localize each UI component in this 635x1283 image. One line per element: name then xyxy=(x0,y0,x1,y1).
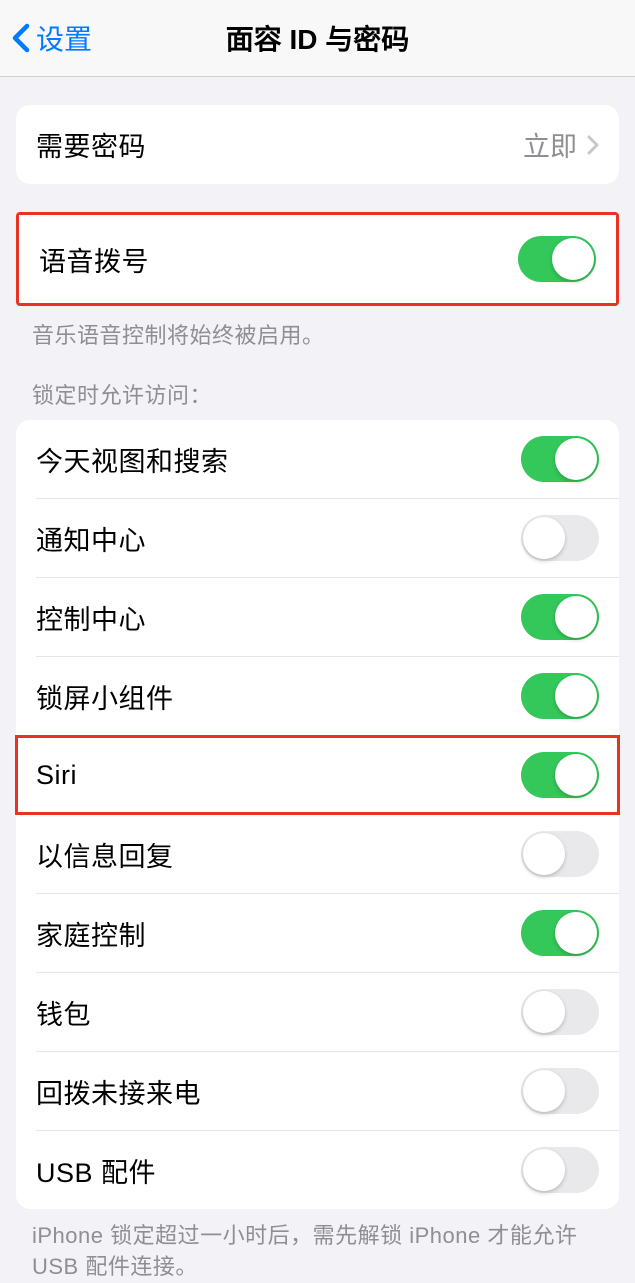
lock-access-header: 锁定时允许访问： xyxy=(0,350,635,420)
lock-access-row: Siri xyxy=(16,736,619,814)
lock-access-row: 回拨未接来电 xyxy=(16,1052,619,1130)
toggle-knob xyxy=(555,675,597,717)
toggle-knob xyxy=(552,238,594,280)
back-button[interactable]: 设置 xyxy=(12,18,92,58)
lock-access-row: USB 配件 xyxy=(16,1131,619,1209)
navigation-bar: 设置 面容 ID 与密码 xyxy=(0,0,635,77)
voice-dial-footer: 音乐语音控制将始终被启用。 xyxy=(0,306,635,350)
toggle-knob xyxy=(523,1070,565,1112)
lock-access-toggle[interactable] xyxy=(521,910,599,956)
toggle-knob xyxy=(523,833,565,875)
voice-dial-row: 语音拨号 xyxy=(19,215,616,303)
lock-access-toggle[interactable] xyxy=(521,515,599,561)
lock-access-row: 钱包 xyxy=(16,973,619,1051)
toggle-knob xyxy=(555,912,597,954)
voice-dial-highlight: 语音拨号 xyxy=(16,212,619,306)
lock-access-toggle[interactable] xyxy=(521,1068,599,1114)
toggle-knob xyxy=(555,754,597,796)
lock-access-label: 钱包 xyxy=(36,993,91,1032)
lock-access-toggle[interactable] xyxy=(521,594,599,640)
content: 需要密码 立即 语音拨号 音乐语音控制将始终被启用。 锁定时允许访问： 今天视图… xyxy=(0,105,635,1283)
lock-access-row: 今天视图和搜索 xyxy=(16,420,619,498)
chevron-right-icon xyxy=(587,135,599,155)
chevron-left-icon xyxy=(12,23,30,53)
lock-access-label: USB 配件 xyxy=(36,1151,156,1190)
toggle-knob xyxy=(523,1149,565,1191)
toggle-knob xyxy=(523,991,565,1033)
lock-access-toggle[interactable] xyxy=(521,752,599,798)
require-passcode-value: 立即 xyxy=(523,125,577,164)
toggle-knob xyxy=(523,517,565,559)
lock-access-row: 锁屏小组件 xyxy=(16,657,619,735)
lock-access-toggle[interactable] xyxy=(521,436,599,482)
lock-access-label: Siri xyxy=(36,760,77,791)
lock-access-toggle[interactable] xyxy=(521,831,599,877)
voice-dial-label: 语音拨号 xyxy=(39,240,149,279)
lock-access-label: 今天视图和搜索 xyxy=(36,440,229,479)
require-passcode-group: 需要密码 立即 xyxy=(16,105,619,184)
lock-access-group: 今天视图和搜索通知中心控制中心锁屏小组件 Siri 以信息回复家庭控制钱包回拨未接来… xyxy=(16,420,619,1209)
lock-access-row: 通知中心 xyxy=(16,499,619,577)
lock-access-row: 控制中心 xyxy=(16,578,619,656)
lock-access-row: 家庭控制 xyxy=(16,894,619,972)
require-passcode-row[interactable]: 需要密码 立即 xyxy=(16,105,619,184)
voice-dial-toggle[interactable] xyxy=(518,236,596,282)
back-label: 设置 xyxy=(36,18,92,58)
lock-access-toggle[interactable] xyxy=(521,1147,599,1193)
require-passcode-label: 需要密码 xyxy=(36,125,146,164)
lock-access-label: 通知中心 xyxy=(36,519,146,558)
lock-access-footer: iPhone 锁定超过一小时后，需先解锁 iPhone 才能允许USB 配件连接… xyxy=(0,1209,635,1283)
lock-access-toggle[interactable] xyxy=(521,673,599,719)
toggle-knob xyxy=(555,596,597,638)
lock-access-label: 家庭控制 xyxy=(36,914,146,953)
lock-access-label: 以信息回复 xyxy=(36,835,174,874)
lock-access-row: 以信息回复 xyxy=(16,815,619,893)
lock-access-label: 控制中心 xyxy=(36,598,146,637)
toggle-knob xyxy=(555,438,597,480)
row-right: 立即 xyxy=(523,125,599,164)
lock-access-label: 锁屏小组件 xyxy=(36,677,174,716)
page-title: 面容 ID 与密码 xyxy=(226,18,410,58)
lock-access-toggle[interactable] xyxy=(521,989,599,1035)
lock-access-label: 回拨未接来电 xyxy=(36,1072,201,1111)
